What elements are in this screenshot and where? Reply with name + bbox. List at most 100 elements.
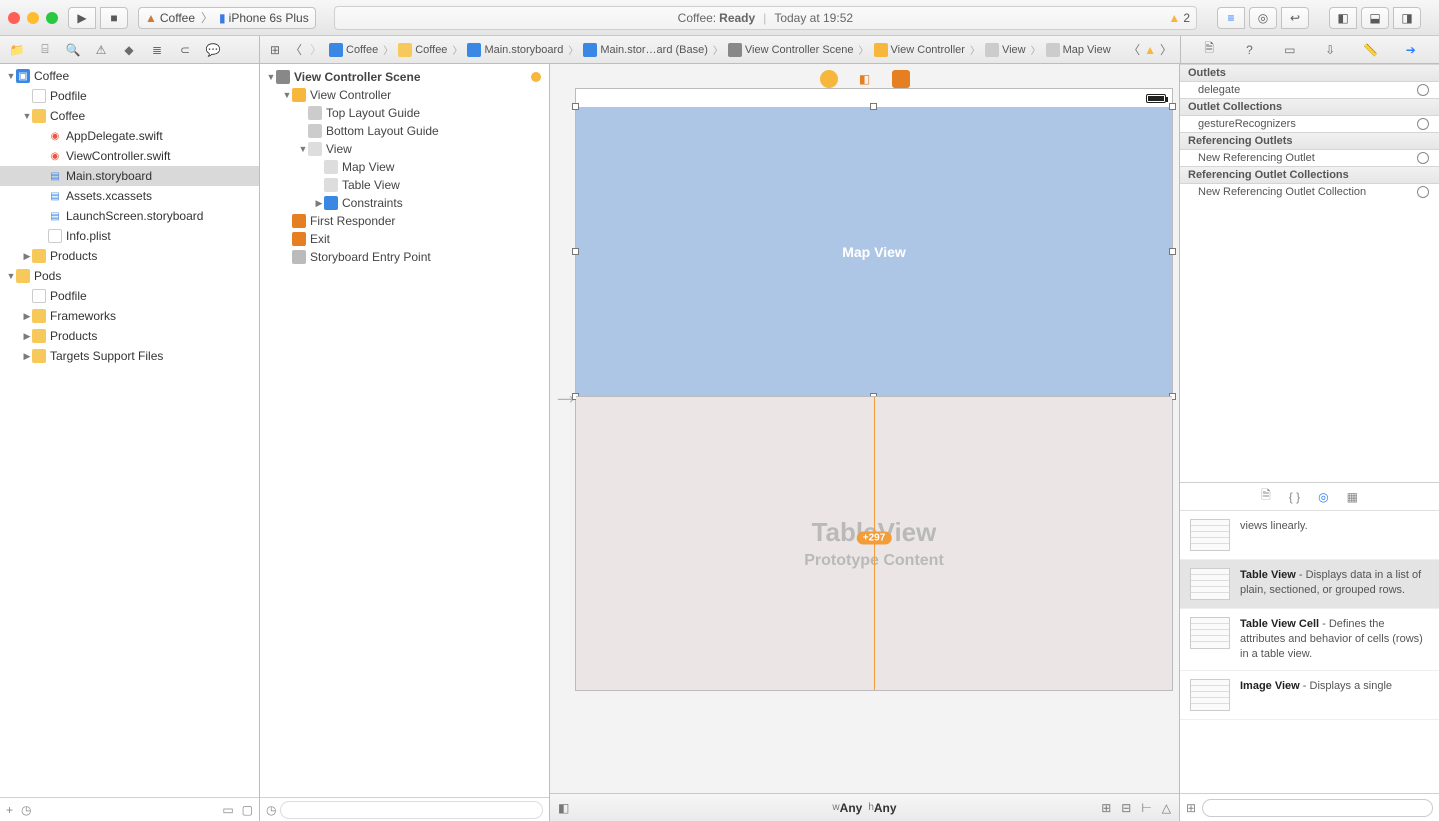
object-library[interactable]: views linearly.Table View - Displays dat… [1180,510,1439,793]
navigator-row[interactable]: ▶Targets Support Files [0,346,259,366]
add-icon[interactable]: + [6,803,13,817]
outline-row[interactable]: Map View [260,158,549,176]
assistant-editor-button[interactable]: ◎ [1249,7,1277,29]
run-button[interactable]: ▶ [68,7,96,29]
stack-icon[interactable]: ⊞ [1101,801,1111,815]
view-controller-dock-icon[interactable] [820,70,838,88]
bc-prev-button[interactable]: 〈 [1124,41,1144,58]
bc-warning-icon[interactable]: ▲ [1144,43,1156,57]
sizeclass-w[interactable]: Any [840,801,863,815]
outlet-connector-icon[interactable] [1417,152,1429,164]
outline-row[interactable]: Exit [260,230,549,248]
minimize-window-icon[interactable] [27,12,39,24]
navigator-row[interactable]: ▼Pods [0,266,259,286]
outline-row[interactable]: Storyboard Entry Point [260,248,549,266]
quickhelp-inspector-icon[interactable]: ? [1238,40,1260,60]
breadcrumb-item[interactable]: View [982,43,1029,57]
align-icon[interactable]: ⊟ [1121,801,1131,815]
navigator-row[interactable]: ◉AppDelegate.swift [0,126,259,146]
navigator-row[interactable]: ▶Products [0,246,259,266]
disclosure-icon[interactable]: ▼ [298,144,308,154]
outlet-delegate-row[interactable]: delegate [1180,82,1439,98]
file-inspector-icon[interactable]: 🗎 [1198,40,1220,60]
navigator-row[interactable]: ▤LaunchScreen.storyboard [0,206,259,226]
pin-icon[interactable]: ⊢ [1141,801,1151,815]
breakpoint-navigator-icon[interactable]: ⊂ [174,40,196,60]
outline-row[interactable]: ▼View [260,140,549,158]
issue-navigator-icon[interactable]: ⚠ [90,40,112,60]
project-navigator-icon[interactable]: 📁 [6,40,28,60]
outlet-gesture-row[interactable]: gestureRecognizers [1180,116,1439,132]
outlet-connector-icon[interactable] [1417,118,1429,130]
outline-row[interactable]: Table View [260,176,549,194]
disclosure-icon[interactable]: ▶ [314,198,324,209]
outline-filter-input[interactable] [280,801,543,819]
disclosure-icon[interactable]: ▶ [22,331,32,342]
breadcrumb-item[interactable]: Coffee [326,43,381,57]
new-ref-outlet-coll-row[interactable]: New Referencing Outlet Collection [1180,184,1439,200]
code-snippet-lib-icon[interactable]: { } [1289,490,1300,504]
storyboard-canvas[interactable]: ◧ → Map View +297 TableView [550,64,1180,821]
first-responder-dock-icon[interactable]: ◧ [856,70,874,88]
navigator-tree[interactable]: ▼▣CoffeePodfile▼Coffee◉AppDelegate.swift… [0,64,259,797]
test-navigator-icon[interactable]: ◆ [118,40,140,60]
status-warnings[interactable]: ▲ 2 [1168,11,1190,25]
disclosure-icon[interactable]: ▼ [282,90,292,100]
outline-row[interactable]: ▼View Controller Scene [260,68,549,86]
stop-button[interactable]: ■ [100,7,128,29]
nav-forward-button[interactable]: 〉 [306,41,326,58]
object-library-icon[interactable]: ◎ [1318,490,1328,504]
breadcrumb-item[interactable]: Map View [1043,43,1114,57]
outline-row[interactable]: ▼View Controller [260,86,549,104]
symbol-navigator-icon[interactable]: ⌸ [34,40,56,60]
navigator-row[interactable]: ◉ViewController.swift [0,146,259,166]
navigator-row[interactable]: ▼▣Coffee [0,66,259,86]
report-navigator-icon[interactable]: 💬 [202,40,224,60]
filter-scm-icon[interactable]: ▭ [222,803,233,817]
media-library-icon[interactable]: ▦ [1347,490,1358,504]
sizeclass-h[interactable]: Any [874,801,897,815]
outline-row[interactable]: Bottom Layout Guide [260,122,549,140]
size-inspector-icon[interactable]: 📏 [1359,40,1381,60]
new-ref-outlet-row[interactable]: New Referencing Outlet [1180,150,1439,166]
standard-editor-button[interactable]: ≡ [1217,7,1245,29]
breadcrumb-item[interactable]: View Controller [871,43,968,57]
resolve-issues-icon[interactable]: △ [1162,801,1171,815]
navigator-row[interactable]: ▤Main.storyboard [0,166,259,186]
exit-dock-icon[interactable] [892,70,910,88]
outline-row[interactable]: Top Layout Guide [260,104,549,122]
navigator-row[interactable]: ▶Products [0,326,259,346]
outline-filter-icon[interactable]: ◷ [266,803,276,817]
table-view[interactable]: +297 TableView Prototype Content [576,396,1172,690]
library-item[interactable]: Table View Cell - Defines the attributes… [1180,609,1439,671]
device-frame[interactable]: Map View +297 TableView Prototype Conten… [575,88,1173,691]
identity-inspector-icon[interactable]: ▭ [1279,40,1301,60]
outline-row[interactable]: ▶Constraints [260,194,549,212]
breadcrumb-item[interactable]: Coffee [395,43,450,57]
nav-back-button[interactable]: 〈 [286,41,306,58]
version-editor-button[interactable]: ↩ [1281,7,1309,29]
filter-recent-icon[interactable]: ◷ [21,803,31,817]
disclosure-icon[interactable]: ▶ [22,251,32,262]
navigator-row[interactable]: Podfile [0,86,259,106]
search-navigator-icon[interactable]: 🔍 [62,40,84,60]
related-items-icon[interactable]: ⊞ [264,40,286,60]
breadcrumb-item[interactable]: Main.stor…ard (Base) [580,43,711,57]
library-item[interactable]: views linearly. [1180,511,1439,560]
debug-navigator-icon[interactable]: ≣ [146,40,168,60]
breadcrumb-item[interactable]: Main.storyboard [464,43,566,57]
disclosure-icon[interactable]: ▼ [266,72,276,82]
disclosure-icon[interactable]: ▼ [6,71,16,81]
navigator-row[interactable]: ▶Frameworks [0,306,259,326]
attributes-inspector-icon[interactable]: ⇩ [1319,40,1341,60]
library-search-input[interactable] [1202,799,1433,817]
outlet-connector-icon[interactable] [1417,84,1429,96]
outline-toggle-icon[interactable]: ◧ [558,801,569,815]
toggle-utilities-button[interactable]: ◨ [1393,7,1421,29]
navigator-row[interactable]: Podfile [0,286,259,306]
outline-tree[interactable]: ▼View Controller Scene▼View ControllerTo… [260,64,549,797]
scheme-selector[interactable]: ▲ Coffee 〉 ▮ iPhone 6s Plus [138,7,316,29]
close-window-icon[interactable] [8,12,20,24]
filter-square-icon[interactable]: ▢ [242,803,253,817]
outline-row[interactable]: First Responder [260,212,549,230]
